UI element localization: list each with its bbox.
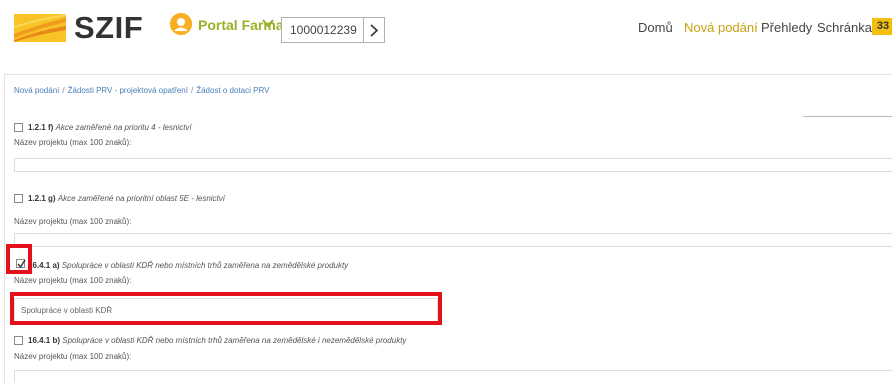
project-name-label: Název projektu (max 100 znaků): [14, 138, 132, 147]
breadcrumb-separator: / [62, 86, 65, 95]
project-name-input-121g[interactable] [14, 233, 892, 247]
option-code: 16.4.1 b) [28, 336, 61, 345]
option-description: Spolupráce v oblasti KDŘ nebo místních t… [61, 261, 349, 270]
go-button[interactable] [363, 17, 385, 43]
project-name-input-1641b[interactable] [14, 370, 892, 383]
option-code: 16.4.1 a) [28, 261, 60, 270]
breadcrumb-item[interactable]: Žádost o dotaci PRV [196, 86, 269, 95]
option-label-1641b: 16.4.1 b) Spolupráce v oblasti KDŘ nebo … [28, 336, 406, 346]
checkbox-highlight-box [6, 244, 32, 274]
breadcrumb-item[interactable]: Nová podání [14, 86, 59, 95]
user-avatar-icon[interactable] [170, 13, 192, 35]
option-checkbox-121f[interactable] [14, 123, 23, 132]
option-description: Akce zaměřené na prioritní oblast 5E - l… [57, 194, 225, 203]
nav-overviews[interactable]: Přehledy [761, 20, 812, 36]
szif-logo-stripes-icon [14, 14, 66, 42]
inbox-count-badge: 33 [872, 18, 892, 35]
divider-line [803, 116, 892, 117]
szif-logo-text: SZIF [74, 10, 144, 45]
option-code: 1.2.1 f) [28, 123, 54, 132]
breadcrumb: Nová podání / Žádosti PRV - projektová opa… [14, 86, 269, 96]
chevron-right-icon [370, 24, 379, 37]
input-highlight-box [10, 292, 442, 325]
nav-inbox[interactable]: Schránka [817, 20, 872, 36]
project-name-input-121f[interactable] [14, 158, 892, 172]
breadcrumb-separator: / [190, 86, 194, 95]
option-label-1641a: 16.4.1 a) Spolupráce v oblasti KDŘ nebo … [28, 261, 348, 271]
option-label-121g: 1.2.1 g) Akce zaměřené na prioritní obla… [28, 194, 225, 204]
option-label-121f: 1.2.1 f) Akce zaměřené na prioritu 4 - l… [28, 123, 192, 133]
breadcrumb-item[interactable]: Žádosti PRV - projektová opatření [68, 86, 188, 95]
project-name-label: Název projektu (max 100 znaků): [14, 217, 132, 226]
chevron-down-icon[interactable] [261, 16, 275, 30]
nav-home[interactable]: Domů [638, 20, 673, 36]
option-code: 1.2.1 g) [28, 194, 56, 203]
option-description: Akce zaměřené na prioritu 4 - lesnictví [55, 123, 192, 132]
option-description: Spolupráce v oblasti KDŘ nebo místních t… [62, 336, 407, 345]
option-checkbox-121g[interactable] [14, 194, 23, 203]
project-name-label: Název projektu (max 100 znaků): [14, 352, 132, 361]
project-name-label: Název projektu (max 100 znaků): [14, 276, 132, 285]
nav-new-submissions[interactable]: Nová podání [684, 20, 758, 36]
option-checkbox-1641b[interactable] [14, 336, 23, 345]
app-header: SZIF Portal Farmare Domů Nová podání Pře… [0, 0, 892, 62]
